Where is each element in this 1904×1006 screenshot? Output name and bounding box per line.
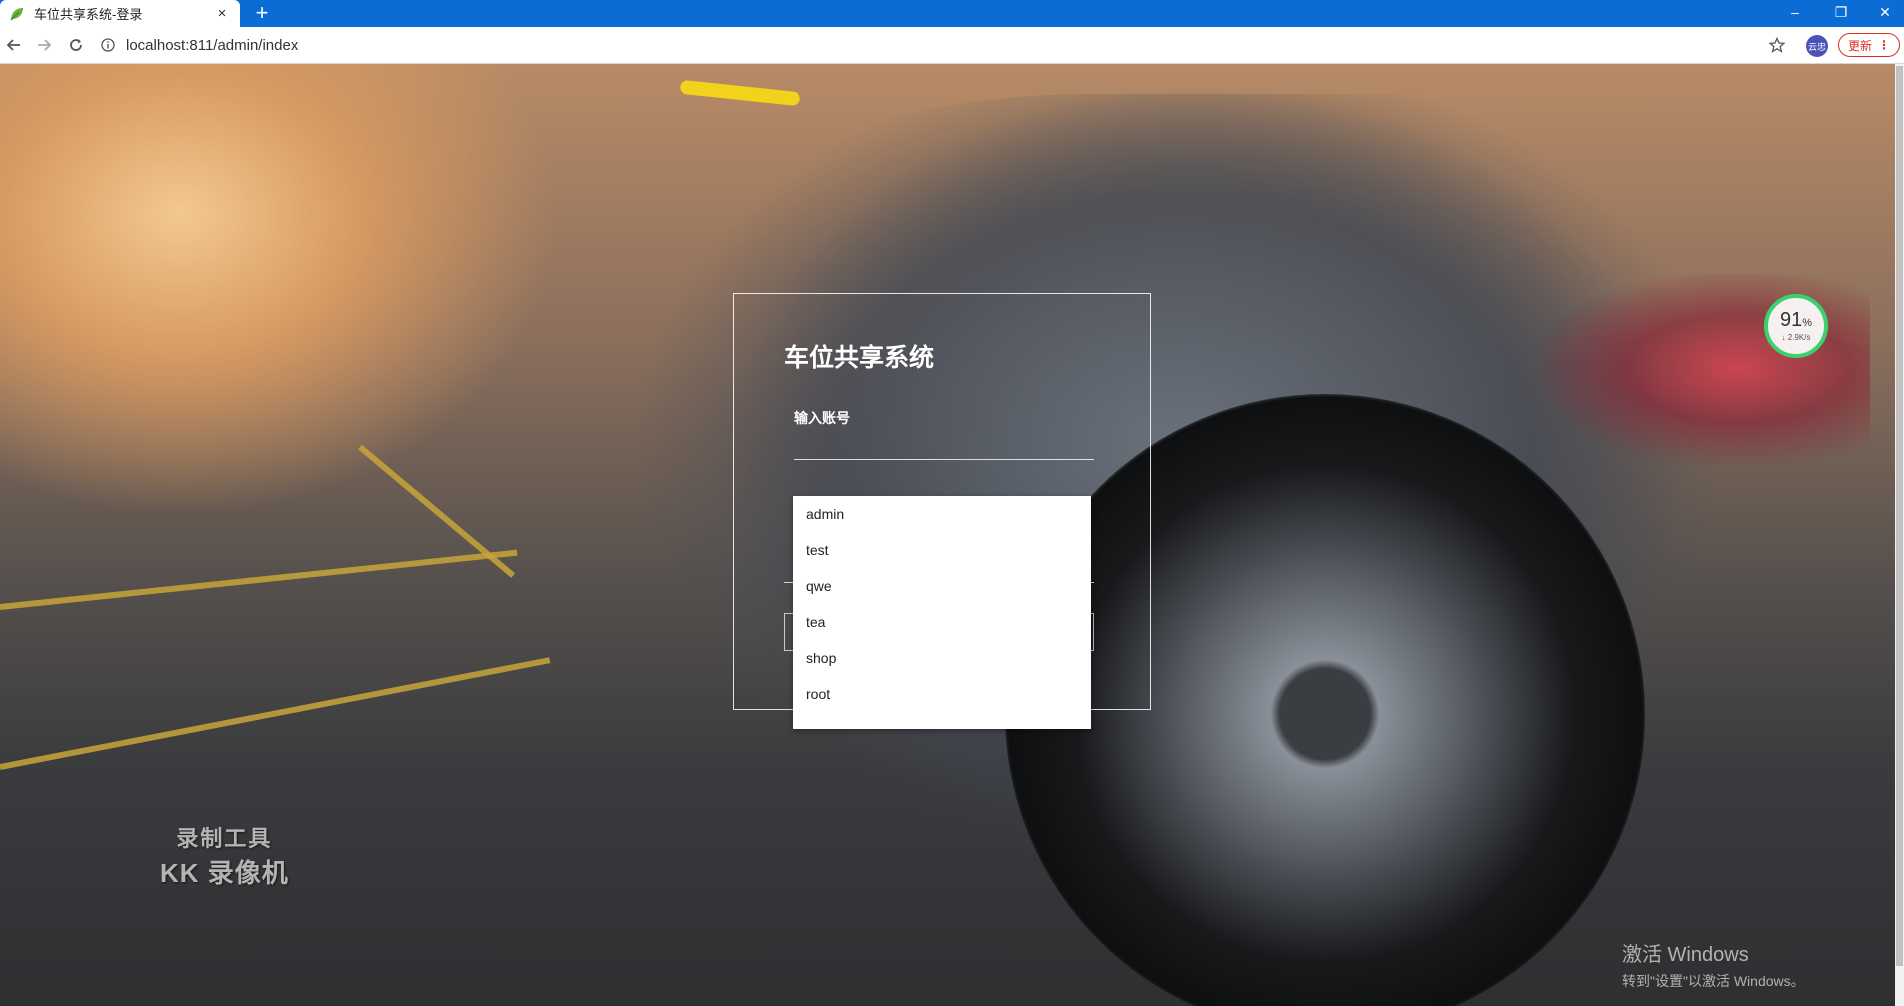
bookmark-star-icon[interactable] xyxy=(1765,33,1789,57)
minimize-button[interactable]: – xyxy=(1772,0,1818,27)
close-tab-icon[interactable]: × xyxy=(214,5,230,22)
back-button[interactable] xyxy=(2,33,26,57)
autocomplete-item[interactable]: shop xyxy=(793,650,1091,686)
page-scrollbar[interactable] xyxy=(1895,64,1904,1006)
info-icon[interactable] xyxy=(100,37,116,53)
account-input[interactable] xyxy=(794,459,1094,460)
autocomplete-item[interactable]: qwe xyxy=(793,578,1091,614)
tab-strip: 车位共享系统-登录 × + – ❐ ✕ xyxy=(0,0,1904,27)
close-window-button[interactable]: ✕ xyxy=(1862,0,1904,27)
scrollbar-thumb[interactable] xyxy=(1896,66,1903,966)
road-line xyxy=(0,657,551,770)
autocomplete-item[interactable]: root xyxy=(793,686,1091,722)
tab-title: 车位共享系统-登录 xyxy=(34,7,143,22)
recorder-watermark: 录制工具 KK 录像机 xyxy=(160,826,289,888)
car-headlight xyxy=(1540,274,1870,464)
forward-button[interactable] xyxy=(32,33,56,57)
autocomplete-item[interactable]: tea xyxy=(793,614,1091,650)
road-line xyxy=(0,549,518,610)
speed-percent: 91% xyxy=(1779,309,1813,331)
login-title: 车位共享系统 xyxy=(784,344,935,372)
speed-rate: ↓ 2.9K/s xyxy=(1781,333,1811,342)
url-text: localhost:811/admin/index xyxy=(126,36,299,54)
address-bar[interactable]: localhost:811/admin/index xyxy=(100,31,1770,59)
windows-activation-notice: 激活 Windows 转到"设置"以激活 Windows。 xyxy=(1622,944,1805,989)
new-tab-button[interactable]: + xyxy=(250,1,274,25)
leaf-icon xyxy=(10,7,24,21)
autocomplete-item[interactable]: test xyxy=(793,542,1091,578)
arrow-right-icon xyxy=(38,39,52,51)
account-label: 输入账号 xyxy=(794,410,850,426)
network-speed-widget[interactable]: 91% ↓ 2.9K/s xyxy=(1764,294,1828,358)
reload-icon xyxy=(70,39,82,51)
account-autocomplete-list: admin test qwe tea shop root xyxy=(793,496,1091,729)
update-label: 更新 xyxy=(1847,38,1872,53)
update-button[interactable]: 更新 ⋮ xyxy=(1838,33,1900,57)
arrow-left-icon xyxy=(6,39,20,51)
restore-button[interactable]: ❐ xyxy=(1818,0,1864,27)
browser-toolbar: localhost:811/admin/index 云忠 更新 ⋮ xyxy=(0,27,1904,64)
reload-button[interactable] xyxy=(64,33,88,57)
profile-avatar[interactable]: 云忠 xyxy=(1806,35,1828,57)
car-light xyxy=(679,79,801,107)
menu-dots-icon: ⋮ xyxy=(1878,38,1890,52)
autocomplete-item[interactable]: admin xyxy=(793,506,1091,542)
browser-tab[interactable]: 车位共享系统-登录 × xyxy=(0,0,240,27)
